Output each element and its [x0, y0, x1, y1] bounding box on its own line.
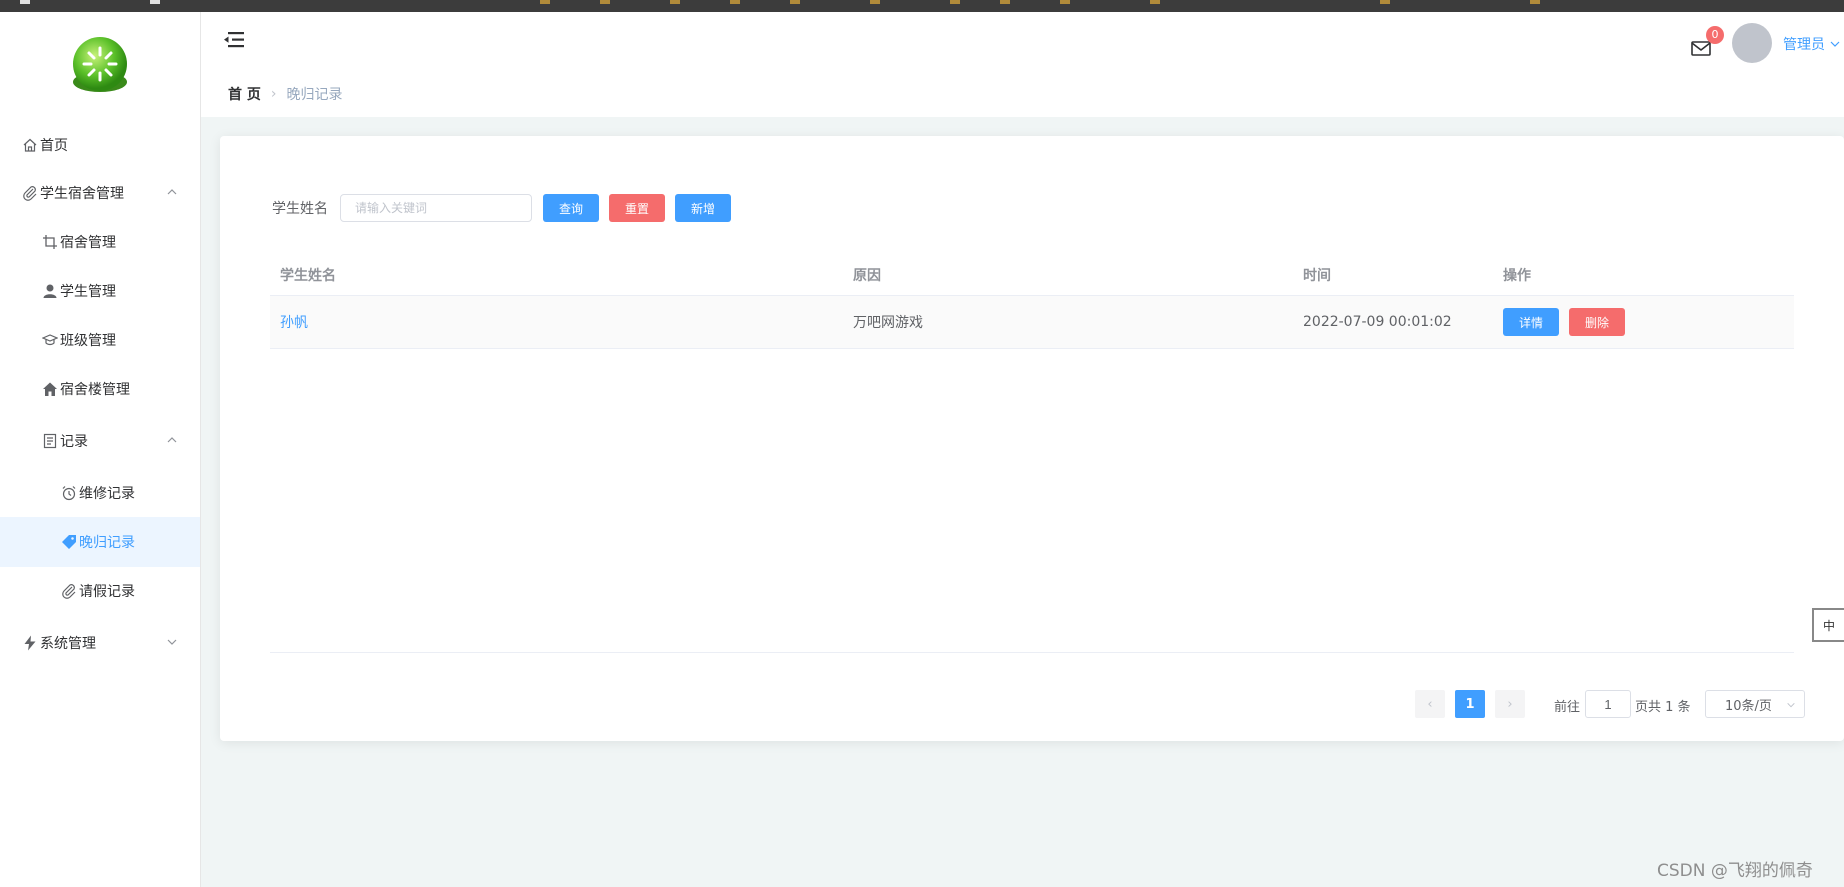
notification-badge: 0 [1706, 26, 1724, 44]
logo-icon [73, 37, 127, 92]
sidebar-item-label: 学生管理 [60, 284, 116, 300]
search-label: 学生姓名 [272, 201, 328, 217]
detail-button[interactable]: 详情 [1503, 308, 1559, 336]
chevron-down-icon [1830, 41, 1840, 47]
ime-indicator[interactable]: 中 [1812, 608, 1844, 642]
graduation-cap-icon [42, 332, 58, 348]
document-icon [42, 433, 58, 449]
breadcrumb: 首 页 › 晚归记录 [228, 84, 342, 104]
user-name-label: 管理员 [1783, 37, 1825, 53]
top-header: 首 页 › 晚归记录 0 管理员 [201, 12, 1844, 117]
total-count-text: 页共 1 条 [1635, 700, 1691, 715]
sidebar-item-label: 班级管理 [60, 333, 116, 349]
avatar[interactable] [1732, 23, 1772, 63]
actions-cell: 详情 删除 [1493, 296, 1794, 348]
column-header-actions: 操作 [1503, 267, 1531, 284]
records-table: 学生姓名 原因 时间 操作 孙帆 万吧网游戏 2022-07-09 00:01:… [270, 254, 1794, 349]
table-row: 孙帆 万吧网游戏 2022-07-09 00:01:02 详情 删除 [270, 296, 1794, 349]
chevron-down-icon [167, 639, 177, 645]
sidebar-item-label: 维修记录 [79, 486, 135, 502]
page-size-value: 10条/页 [1725, 698, 1772, 714]
time-cell: 2022-07-09 00:01:02 [1303, 314, 1452, 330]
sidebar-item-dorm-management-group[interactable]: 学生宿舍管理 [0, 168, 200, 218]
sidebar-item-label: 系统管理 [40, 636, 96, 652]
price-tag-icon [61, 534, 77, 550]
lightning-icon [22, 635, 38, 651]
content-card: 学生姓名 查询 重置 新增 学生姓名 原因 时间 操作 孙帆 万吧网游戏 202… [220, 136, 1844, 741]
search-input[interactable] [340, 194, 532, 222]
column-header-time: 时间 [1303, 267, 1331, 284]
sidebar-item-leave-records[interactable]: 请假记录 [0, 566, 200, 616]
prev-page-button[interactable]: ‹ [1415, 690, 1445, 718]
sidebar-item-label: 晚归记录 [79, 535, 135, 551]
house-icon [42, 381, 58, 397]
sidebar-item-system-group[interactable]: 系统管理 [0, 618, 200, 668]
student-name-link[interactable]: 孙帆 [280, 315, 308, 331]
alarm-clock-icon [61, 485, 77, 501]
sidebar: 首页 学生宿舍管理 宿舍管理 学生管理 班级管理 宿舍楼管理 记录 维修记录 晚… [0, 12, 201, 887]
user-menu[interactable]: 管理员 [1783, 34, 1841, 54]
goto-page-input[interactable] [1585, 690, 1631, 718]
column-header-name: 学生姓名 [280, 267, 336, 284]
sidebar-item-buildings[interactable]: 宿舍楼管理 [0, 364, 200, 414]
query-button[interactable]: 查询 [543, 194, 599, 222]
breadcrumb-separator-icon: › [270, 86, 277, 102]
sidebar-item-label: 请假记录 [79, 584, 135, 600]
browser-bookmarks-strip [0, 0, 1844, 12]
column-header-reason: 原因 [853, 267, 881, 284]
collapse-menu-icon[interactable] [223, 30, 245, 50]
sidebar-item-label: 首页 [40, 138, 68, 154]
watermark: CSDN @飞翔的佩奇 [1657, 861, 1813, 881]
sidebar-item-repair-records[interactable]: 维修记录 [0, 468, 200, 518]
paperclip-icon [61, 583, 77, 599]
reason-cell: 万吧网游戏 [853, 315, 923, 331]
chevron-up-icon [167, 189, 177, 195]
chevron-down-icon [1787, 702, 1795, 708]
sidebar-item-dorm[interactable]: 宿舍管理 [0, 217, 200, 267]
sidebar-item-late-return-records[interactable]: 晚归记录 [0, 517, 200, 567]
sidebar-item-records-group[interactable]: 记录 [0, 416, 200, 466]
sidebar-item-label: 宿舍楼管理 [60, 382, 130, 398]
user-icon [42, 283, 58, 299]
page-number-current[interactable]: 1 [1455, 690, 1485, 718]
chevron-up-icon [167, 437, 177, 443]
sidebar-item-classes[interactable]: 班级管理 [0, 315, 200, 365]
goto-label: 前往 [1554, 700, 1581, 715]
page-size-select[interactable]: 10条/页 [1705, 690, 1805, 718]
table-header: 学生姓名 原因 时间 操作 [270, 254, 1794, 296]
sidebar-item-label: 学生宿舍管理 [40, 186, 124, 202]
breadcrumb-home[interactable]: 首 页 [228, 84, 261, 104]
crop-icon [42, 234, 58, 250]
delete-button[interactable]: 删除 [1569, 308, 1625, 336]
sidebar-item-students[interactable]: 学生管理 [0, 266, 200, 316]
table-bottom-divider [270, 652, 1794, 653]
pagination: ‹ 1 › 前往 页共 1 条 10条/页 [220, 690, 1844, 718]
sidebar-item-home[interactable]: 首页 [0, 120, 200, 170]
reset-button[interactable]: 重置 [609, 194, 665, 222]
add-button[interactable]: 新增 [675, 194, 731, 222]
sidebar-item-label: 宿舍管理 [60, 235, 116, 251]
sidebar-item-label: 记录 [60, 434, 88, 450]
paperclip-icon [22, 185, 38, 201]
home-icon [22, 137, 38, 153]
next-page-button[interactable]: › [1495, 690, 1525, 718]
breadcrumb-current: 晚归记录 [286, 87, 343, 103]
